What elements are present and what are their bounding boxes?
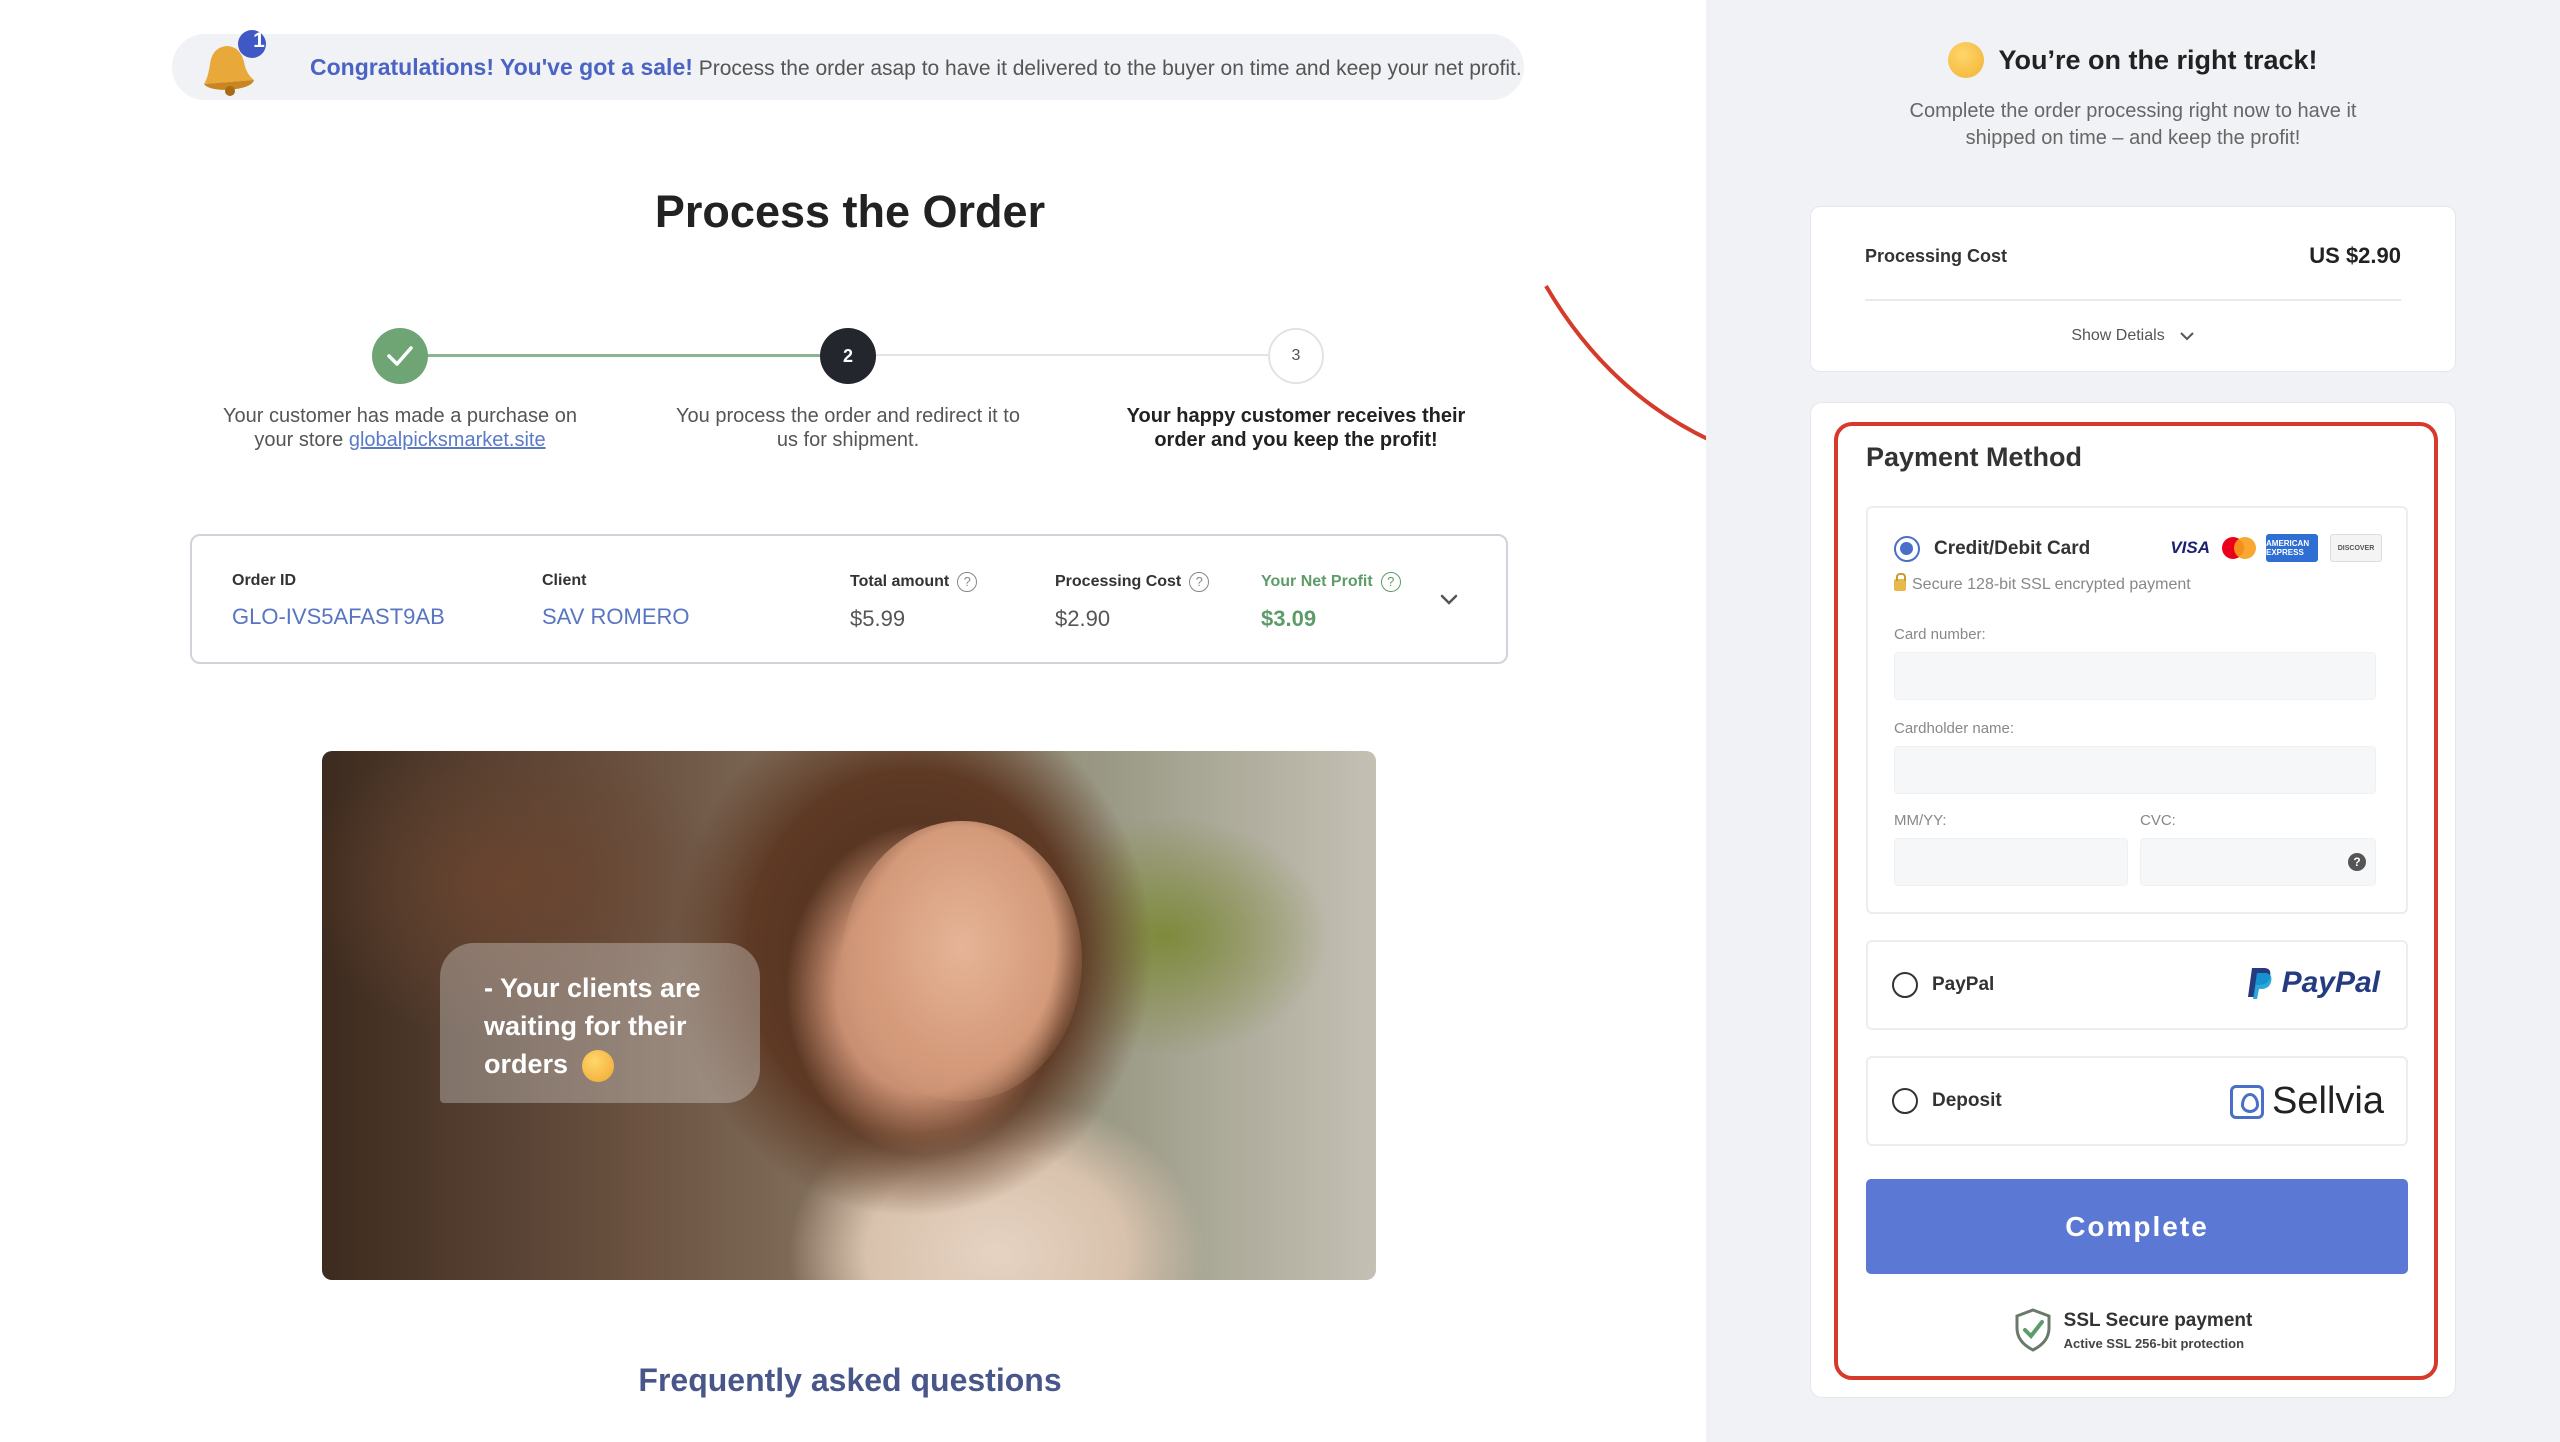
card-number-input[interactable] (1894, 652, 2376, 700)
faq-title: Frequently asked questions (638, 1362, 1062, 1398)
cvc-label: CVC: (2140, 812, 2176, 829)
amex-logo-icon: AMERICAN EXPRESS (2266, 534, 2318, 562)
deposit-radio[interactable] (1892, 1088, 1918, 1114)
ssl-secure-badge: SSL Secure payment Active SSL 256-bit pr… (1706, 1308, 2560, 1352)
ssl-note-text: Secure 128-bit SSL encrypted payment (1912, 576, 2191, 593)
shield-check-icon (2015, 1308, 2051, 1352)
order-id-value: GLO-IVS5AFAST9AB (232, 604, 445, 629)
step-1-done (372, 328, 428, 384)
order-id-label: Order ID (232, 572, 297, 589)
sellvia-logo: Sellvia (2230, 1080, 2384, 1123)
client-label: Client (542, 572, 587, 589)
total-label-row: Total amount? (850, 572, 978, 592)
expiry-input[interactable] (1894, 838, 2128, 886)
payment-section: Payment Method Credit/Debit Card VISA AM… (1706, 0, 2560, 1442)
profit-label: Your Net Profit (1261, 573, 1373, 590)
ssl-secure-subtitle: Active SSL 256-bit protection (2063, 1335, 2245, 1351)
discover-logo-icon: DISCOVER (2330, 534, 2382, 562)
step-2-current: 2 (820, 328, 876, 384)
sellvia-mark-icon (2230, 1084, 2265, 1119)
processing-label: Processing Cost (1055, 573, 1182, 590)
main-content: 1 Congratulations! You've got a sale! Pr… (0, 0, 1706, 1442)
payment-method-title: Payment Method (1866, 442, 2083, 472)
card-option-header[interactable]: Credit/Debit Card (1894, 536, 2090, 562)
cvc-help-icon[interactable]: ? (2348, 853, 2366, 871)
check-icon (387, 346, 413, 366)
processing-column: Processing Cost? $2.90 (1055, 572, 1210, 632)
step-connector-done (420, 354, 820, 357)
profit-label-row: Your Net Profit? (1261, 572, 1401, 592)
client-value: SAV ROMERO (542, 604, 690, 629)
deposit-option-label: Deposit (1932, 1090, 2002, 1111)
ssl-note: Secure 128-bit SSL encrypted payment (1894, 573, 2191, 594)
complete-button[interactable]: Complete (1866, 1179, 2408, 1274)
paypal-option-label: PayPal (1932, 974, 1995, 995)
paypal-wordmark: PayPal (2281, 966, 2380, 999)
card-payment-option: Credit/Debit Card VISA AMERICAN EXPRESS … (1866, 506, 2408, 914)
step-connector-pending (868, 354, 1268, 356)
step-3-upcoming: 3 (1268, 328, 1324, 384)
help-icon[interactable]: ? (957, 572, 978, 592)
card-number-label: Card number: (1894, 626, 1986, 643)
cardholder-label: Cardholder name: (1894, 720, 2015, 737)
order-summary-card: Order ID GLO-IVS5AFAST9AB Client SAV ROM… (190, 534, 1508, 664)
help-icon[interactable]: ? (1380, 572, 1401, 592)
help-icon[interactable]: ? (1189, 572, 1210, 592)
step-2-text: You process the order and redirect it to… (648, 404, 1048, 452)
banner-message: Congratulations! You've got a sale! Proc… (310, 54, 1522, 81)
total-value: $5.99 (850, 606, 906, 631)
ssl-secure-text: SSL Secure payment Active SSL 256-bit pr… (2064, 1310, 2253, 1351)
card-option-label: Credit/Debit Card (1934, 538, 2091, 559)
step-1-line2: your store globalpicksmarket.site (200, 428, 600, 452)
step-1-prefix: your store (254, 429, 349, 451)
profit-column: Your Net Profit? $3.09 (1261, 572, 1401, 632)
expiry-label: MM/YY: (1894, 812, 1947, 829)
step-2-line1: You process the order and redirect it to (676, 405, 1020, 427)
card-radio[interactable] (1894, 536, 1920, 562)
step-3-text: Your happy customer receives their order… (1096, 404, 1496, 452)
paypal-p-icon (2247, 968, 2272, 999)
step-1-text: Your customer has made a purchase on you… (200, 404, 600, 452)
card-logos: VISA AMERICAN EXPRESS DISCOVER (2170, 534, 2382, 562)
customer-photo: - Your clients are waiting for their ord… (322, 751, 1376, 1280)
deposit-option[interactable]: Deposit Sellvia (1866, 1056, 2408, 1146)
processing-value: $2.90 (1055, 606, 1111, 631)
cardholder-input[interactable] (1894, 746, 2376, 794)
paypal-logo: PayPal (2246, 966, 2380, 1000)
step-1-line1: Your customer has made a purchase on (223, 405, 577, 427)
store-link[interactable]: globalpicksmarket.site (349, 429, 546, 451)
deposit-option-row: Deposit (1892, 1058, 2002, 1144)
mastercard-logo-icon (2222, 537, 2256, 559)
visa-logo-icon: VISA (2170, 538, 2210, 557)
page-title: Process the Order (654, 186, 1046, 237)
lock-icon (1894, 573, 1906, 591)
photo-caption-bubble: - Your clients are waiting for their ord… (440, 943, 760, 1103)
paypal-option[interactable]: PayPal PayPal (1866, 940, 2408, 1030)
smiling-hearts-emoji-icon (581, 1049, 614, 1082)
chevron-down-icon[interactable] (1438, 588, 1460, 610)
step-2-line2: us for shipment. (776, 429, 920, 451)
paypal-radio[interactable] (1892, 972, 1918, 998)
profit-value: $3.09 (1261, 606, 1317, 631)
customer-face (842, 821, 1082, 1101)
sellvia-wordmark: Sellvia (2272, 1080, 2384, 1122)
paypal-option-row: PayPal (1892, 942, 1994, 1028)
banner-detail: Process the order asap to have it delive… (698, 56, 1522, 80)
sale-banner: 1 Congratulations! You've got a sale! Pr… (172, 29, 1524, 100)
ssl-secure-title: SSL Secure payment (2063, 1309, 2253, 1331)
order-id-column: Order ID GLO-IVS5AFAST9AB (232, 572, 445, 630)
processing-label-row: Processing Cost? (1055, 572, 1210, 592)
total-column: Total amount? $5.99 (850, 572, 978, 632)
notification-count: 1 (253, 29, 265, 52)
client-column: Client SAV ROMERO (542, 572, 690, 630)
banner-highlight: Congratulations! You've got a sale! (310, 53, 693, 80)
step-3-line2: order and you keep the profit! (1154, 429, 1438, 451)
cvc-input[interactable] (2140, 838, 2376, 886)
step-3-line1: Your happy customer receives their (1126, 405, 1466, 427)
total-label: Total amount (850, 573, 950, 590)
